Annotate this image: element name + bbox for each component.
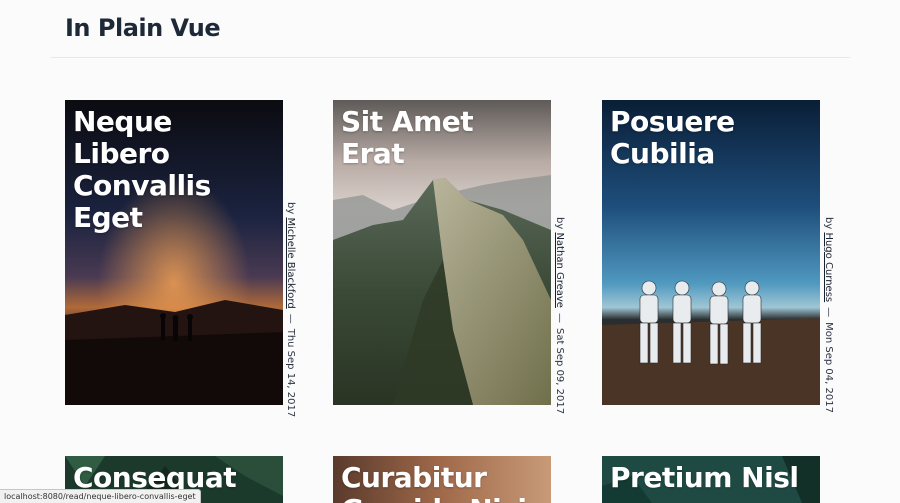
post-title[interactable]: Sit Amet Erat — [341, 106, 545, 170]
author-link[interactable]: Nathan Greave — [554, 232, 565, 308]
byline-by: by — [823, 217, 834, 230]
site-header: In Plain Vue — [50, 0, 850, 58]
post-card[interactable]: Curabitur Gravida Nisi — [333, 456, 551, 503]
post-byline: by Nathan Greave — Sat Sep 09, 2017 — [551, 217, 567, 417]
post-card[interactable]: Sit Amet Erat — [333, 100, 551, 405]
post-byline: by Michelle Blackford — Thu Sep 14, 2017 — [282, 202, 298, 417]
site-title[interactable]: In Plain Vue — [65, 14, 221, 42]
post-byline: by Hugo Curness — Mon Sep 04, 2017 — [820, 217, 836, 417]
byline-separator: — — [554, 312, 565, 323]
post-title[interactable]: Curabitur Gravida Nisi — [341, 462, 545, 503]
post-card[interactable]: Posuere Cubilia — [602, 100, 820, 405]
post-title[interactable]: Pretium Nisl — [610, 462, 814, 494]
post-card[interactable]: Neque Libero Convallis Eget — [65, 100, 283, 405]
post-card[interactable]: Pretium Nisl — [602, 456, 820, 503]
post-title[interactable]: Posuere Cubilia — [610, 106, 814, 170]
byline-separator: — — [823, 307, 834, 318]
post-date: Sat Sep 09, 2017 — [554, 327, 565, 415]
author-link[interactable]: Michelle Blackford — [285, 217, 296, 308]
author-link[interactable]: Hugo Curness — [823, 232, 834, 302]
post-title[interactable]: Neque Libero Convallis Eget — [73, 106, 277, 234]
byline-separator: — — [285, 313, 296, 324]
byline-by: by — [285, 202, 296, 215]
status-bar-url: localhost:8080/read/neque-libero-convall… — [0, 489, 201, 503]
byline-by: by — [554, 217, 565, 230]
post-date: Mon Sep 04, 2017 — [823, 322, 834, 413]
post-date: Thu Sep 14, 2017 — [285, 328, 296, 418]
